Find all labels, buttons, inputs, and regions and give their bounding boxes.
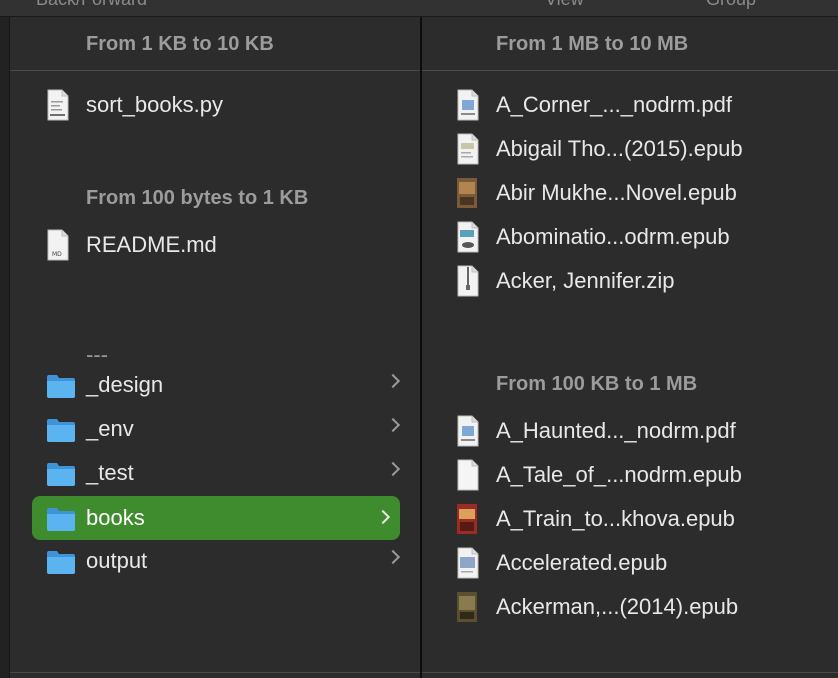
file-name: Abominatio...odrm.epub: [496, 224, 730, 249]
folder-icon: [46, 545, 75, 577]
blank-file-icon: [456, 459, 484, 491]
file-name: A_Corner_..._nodrm.pdf: [496, 92, 733, 117]
folder-row-output[interactable]: output: [34, 543, 410, 579]
group-header-divider: [10, 70, 420, 71]
folder-row-design[interactable]: _design: [34, 367, 410, 403]
list-item[interactable]: sort_books.py: [46, 87, 410, 123]
python-file-icon: [46, 89, 74, 121]
file-name: A_Haunted..._nodrm.pdf: [496, 418, 736, 443]
folder-name: output: [86, 548, 148, 573]
folder-row-books[interactable]: books: [32, 496, 400, 540]
group-header-1mb-10mb: From 1 MB to 10 MB: [496, 33, 689, 55]
zip-file-icon: [456, 265, 484, 297]
chevron-right-icon: [375, 509, 391, 525]
folder-icon: [46, 457, 75, 489]
bottom-divider: [422, 672, 838, 673]
toolbar: Back/Forward View Group: [0, 0, 838, 17]
right-column: From 1 MB to 10 MB A_Corner_..._nodrm.pd…: [422, 17, 838, 678]
chevron-right-icon: [385, 549, 401, 565]
group-header-100b-1kb: From 100 bytes to 1 KB: [86, 187, 309, 209]
file-name: Ackerman,...(2014).epub: [496, 594, 739, 619]
list-item[interactable]: A_Train_to...khova.epub: [456, 501, 826, 537]
epub-file-icon: [456, 133, 484, 165]
bottom-divider: [10, 672, 420, 673]
file-name: Abigail Tho...(2015).epub: [496, 136, 743, 161]
chevron-right-icon: [385, 461, 401, 477]
folder-icon: [46, 413, 75, 445]
file-name: sort_books.py: [86, 92, 223, 117]
epub-file-icon: [456, 547, 484, 579]
file-name: Acker, Jennifer.zip: [496, 268, 675, 293]
list-item[interactable]: Accelerated.epub: [456, 545, 826, 581]
separator-text: ---: [86, 342, 108, 367]
group-label[interactable]: Group: [706, 0, 756, 10]
group-header-100kb-1mb: From 100 KB to 1 MB: [496, 373, 698, 395]
file-name: Abir Mukhe...Novel.epub: [496, 180, 737, 205]
list-item[interactable]: Abir Mukhe...Novel.epub: [456, 175, 826, 211]
epub-file-icon: [456, 221, 484, 253]
file-name: A_Train_to...khova.epub: [496, 506, 735, 531]
group-header-divider: [422, 70, 838, 71]
list-item[interactable]: Abominatio...odrm.epub: [456, 219, 826, 255]
list-item[interactable]: Abigail Tho...(2015).epub: [456, 131, 826, 167]
folder-name: _design: [86, 372, 164, 397]
folder-name: books: [86, 505, 145, 530]
file-name: Accelerated.epub: [496, 550, 668, 575]
chevron-right-icon: [385, 417, 401, 433]
folder-name: _test: [86, 460, 134, 485]
epub-cover-icon: [456, 503, 484, 535]
file-name: README.md: [86, 232, 217, 257]
epub-cover-icon: [456, 177, 484, 209]
list-item[interactable]: MD README.md: [46, 227, 410, 263]
list-item[interactable]: Acker, Jennifer.zip: [456, 263, 826, 299]
folder-icon: [46, 502, 75, 534]
folder-name: _env: [86, 416, 134, 441]
svg-text:MD: MD: [52, 251, 62, 258]
group-header-1kb-10kb: From 1 KB to 10 KB: [86, 33, 274, 55]
pdf-file-icon: [456, 89, 484, 121]
pdf-file-icon: [456, 415, 484, 447]
folder-row-test[interactable]: _test: [34, 455, 410, 491]
chevron-right-icon: [385, 373, 401, 389]
list-item[interactable]: Ackerman,...(2014).epub: [456, 589, 826, 625]
left-column: From 1 KB to 10 KB sort_books.py From 10…: [10, 17, 420, 678]
list-item[interactable]: A_Haunted..._nodrm.pdf: [456, 413, 826, 449]
previous-column-edge: [0, 17, 10, 678]
file-name: A_Tale_of_...nodrm.epub: [496, 462, 742, 487]
markdown-file-icon: MD: [46, 229, 74, 261]
list-item[interactable]: A_Corner_..._nodrm.pdf: [456, 87, 826, 123]
back-forward-label[interactable]: Back/Forward: [36, 0, 147, 10]
folder-row-env[interactable]: _env: [34, 411, 410, 447]
epub-cover-icon: [456, 591, 484, 623]
folder-icon: [46, 369, 75, 401]
view-label[interactable]: View: [545, 0, 584, 10]
list-item[interactable]: A_Tale_of_...nodrm.epub: [456, 457, 826, 493]
